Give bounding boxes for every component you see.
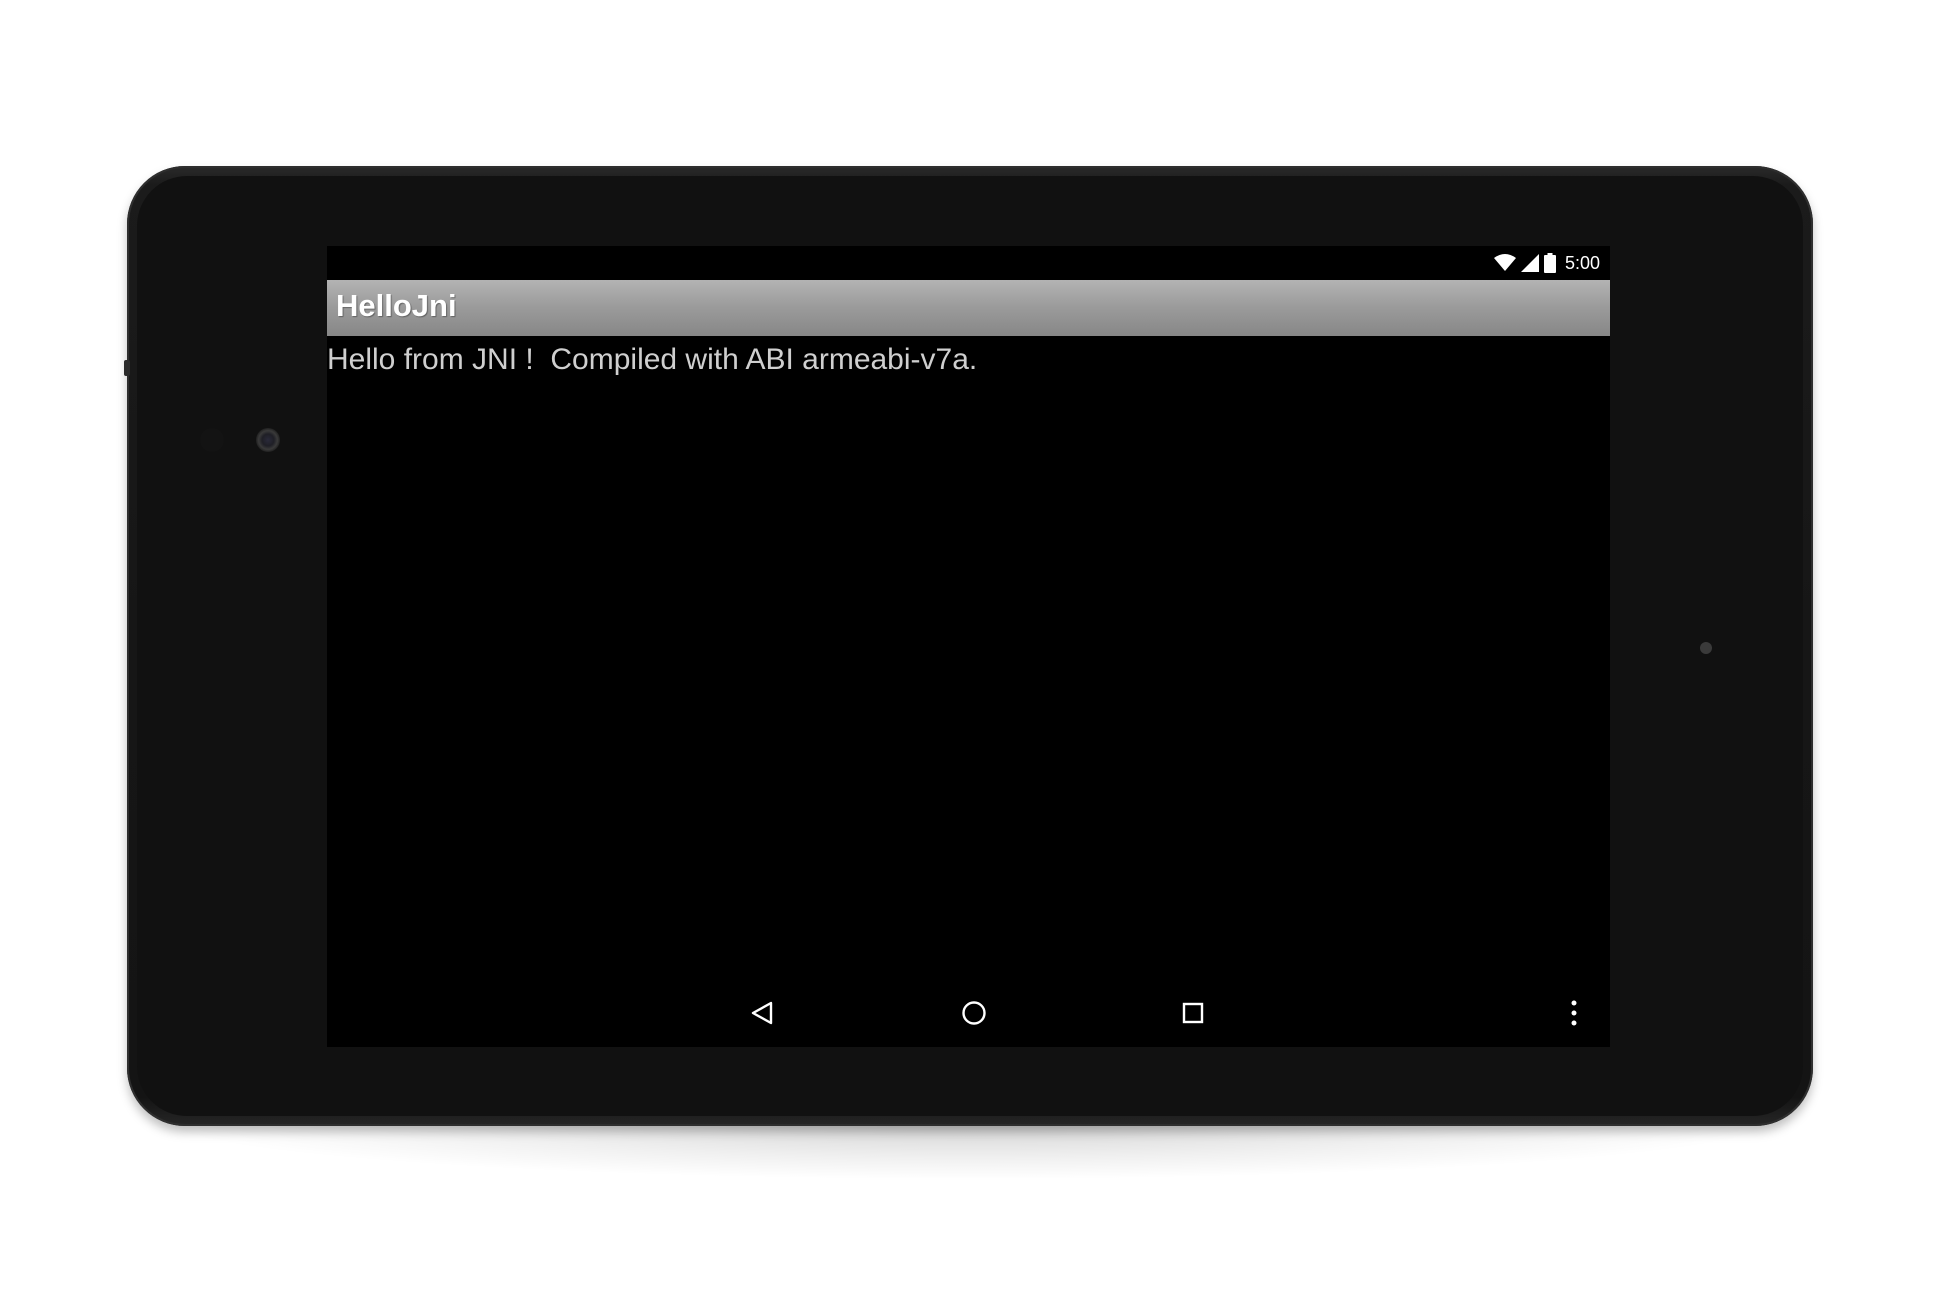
overflow-menu-icon: [1571, 1000, 1577, 1026]
status-icons: 5:00: [1493, 252, 1600, 274]
overflow-menu-button[interactable]: [1556, 995, 1592, 1031]
notification-led: [1700, 642, 1712, 654]
status-time: 5:00: [1564, 252, 1600, 273]
action-bar: HelloJni: [327, 280, 1610, 336]
stage: 5:00 HelloJni Hello from JNI ! Compiled …: [0, 0, 1934, 1289]
back-icon: [751, 1001, 773, 1025]
light-sensor: [200, 428, 224, 452]
wifi-icon: [1493, 254, 1516, 271]
side-button: [124, 360, 130, 376]
recents-icon: [1182, 1002, 1204, 1024]
hello-message: Hello from JNI ! Compiled with ABI armea…: [327, 343, 978, 376]
app-title: HelloJni: [336, 288, 457, 323]
navigation-bar: [327, 981, 1610, 1047]
home-icon: [962, 1001, 986, 1025]
battery-icon: [1543, 253, 1556, 273]
recents-button[interactable]: [1175, 995, 1211, 1031]
device-screen: 5:00 HelloJni Hello from JNI ! Compiled …: [327, 246, 1610, 1047]
front-camera: [256, 428, 280, 452]
cell-signal-icon: [1520, 254, 1539, 272]
back-button[interactable]: [744, 995, 780, 1031]
home-button[interactable]: [956, 995, 992, 1031]
status-bar: 5:00: [327, 246, 1610, 280]
